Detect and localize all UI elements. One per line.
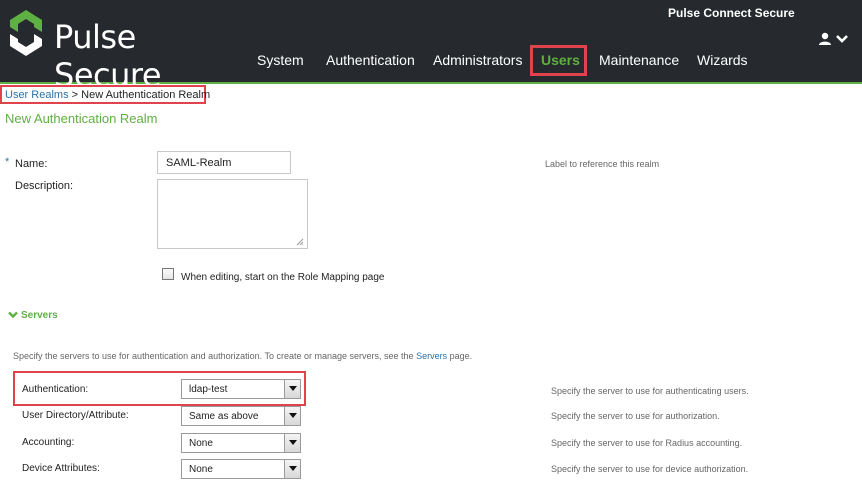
description-field[interactable] — [157, 179, 308, 249]
authentication-select[interactable]: ldap-test — [181, 379, 301, 399]
chevron-down-icon — [8, 311, 18, 319]
page-title: New Authentication Realm — [5, 111, 158, 126]
breadcrumb-current: New Authentication Realm — [81, 89, 211, 101]
breadcrumb-user-realms-link[interactable]: User Realms — [5, 89, 69, 101]
nav-maintenance[interactable]: Maintenance — [599, 52, 679, 68]
accounting-select[interactable]: None — [181, 433, 301, 453]
nav-wizards[interactable]: Wizards — [697, 52, 748, 68]
user-menu[interactable] — [818, 30, 852, 48]
chevron-down-icon — [836, 35, 848, 43]
servers-description: Specify the servers to use for authentic… — [13, 351, 473, 361]
nav-system[interactable]: System — [257, 52, 304, 68]
user-directory-label: User Directory/Attribute: — [22, 410, 129, 421]
user-icon — [819, 32, 831, 45]
device-attributes-select[interactable]: None — [181, 459, 301, 479]
breadcrumb-separator: > — [71, 89, 79, 101]
product-name: Pulse Connect Secure — [668, 6, 795, 20]
description-label: Description: — [15, 180, 74, 192]
resize-grip-icon[interactable] — [296, 238, 304, 246]
dropdown-arrow-icon — [284, 380, 300, 398]
servers-page-link[interactable]: Servers — [416, 351, 447, 361]
dropdown-arrow-icon — [284, 407, 300, 425]
role-mapping-checkbox-label: When editing, start on the Role Mapping … — [181, 272, 385, 283]
name-help: Label to reference this realm — [545, 159, 660, 169]
device-attributes-help: Specify the server to use for device aut… — [551, 464, 749, 474]
breadcrumb: User Realms > New Authentication Realm — [5, 89, 210, 101]
authentication-value: ldap-test — [189, 384, 228, 395]
nav-authentication[interactable]: Authentication — [326, 52, 415, 68]
name-field[interactable] — [157, 151, 291, 174]
pulse-secure-logo[interactable]: Pulse Secure — [4, 6, 244, 94]
accounting-help: Specify the server to use for Radius acc… — [551, 438, 743, 448]
servers-section-toggle[interactable]: Servers — [8, 310, 58, 321]
dropdown-arrow-icon — [284, 434, 300, 452]
required-marker: * — [5, 156, 10, 168]
pulse-logo-icon — [10, 10, 42, 56]
servers-section-label: Servers — [21, 310, 58, 321]
device-attributes-label: Device Attributes: — [22, 463, 100, 474]
device-attributes-value: None — [189, 464, 213, 475]
users-tab-highlight — [530, 45, 587, 76]
user-directory-value: Same as above — [189, 411, 259, 422]
dropdown-arrow-icon — [284, 460, 300, 478]
top-header: Pulse Secure Pulse Connect Secure System… — [0, 0, 862, 94]
user-directory-help: Specify the server to use for authorizat… — [551, 411, 720, 421]
name-label: Name: — [15, 158, 48, 170]
nav-administrators[interactable]: Administrators — [433, 52, 522, 68]
role-mapping-checkbox[interactable] — [162, 268, 174, 280]
authentication-help: Specify the server to use for authentica… — [551, 386, 749, 396]
accounting-value: None — [189, 438, 213, 449]
user-directory-select[interactable]: Same as above — [181, 406, 301, 426]
logo-text: Pulse Secure — [54, 18, 162, 94]
authentication-label: Authentication: — [22, 384, 89, 395]
accounting-label: Accounting: — [22, 437, 75, 448]
